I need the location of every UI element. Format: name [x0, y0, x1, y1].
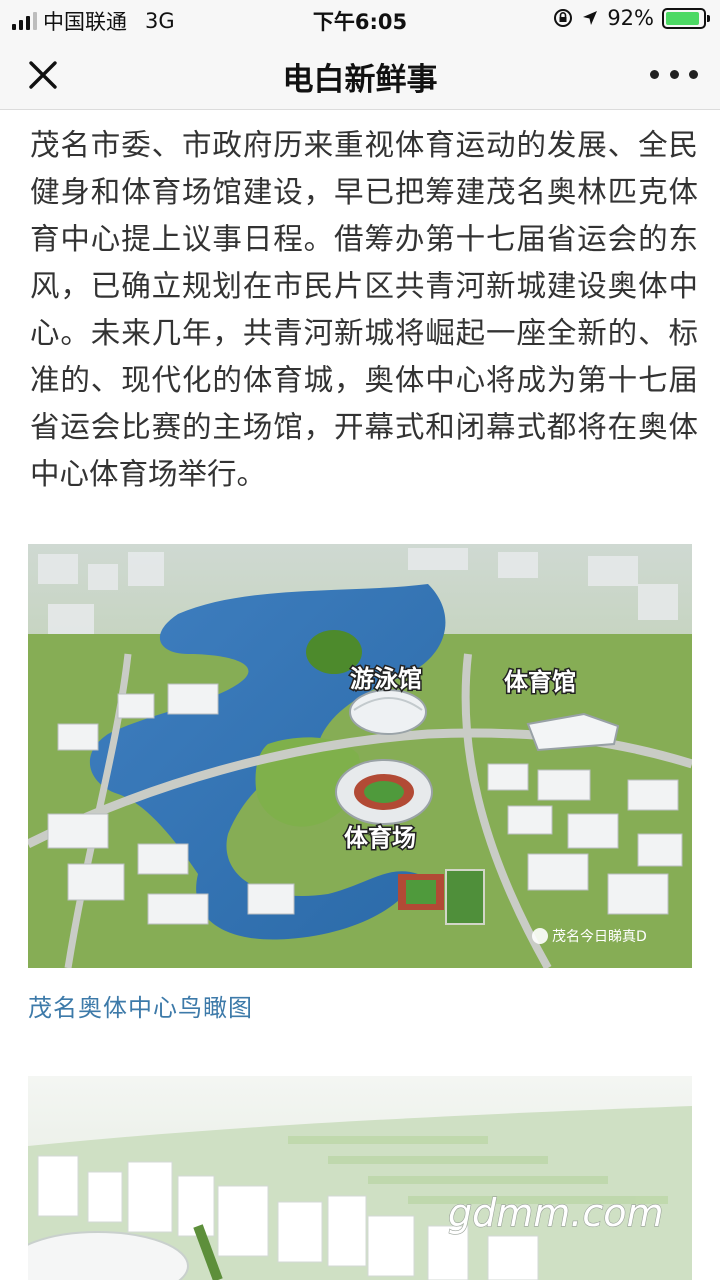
more-button[interactable]	[650, 58, 698, 90]
battery-fill	[666, 11, 700, 25]
aerial-view-image[interactable]: 游泳馆 体育馆 体育场 茂名今日睇真D	[28, 544, 692, 968]
orientation-lock-icon	[554, 9, 573, 27]
label-gymnasium: 体育馆	[504, 668, 576, 696]
battery-icon	[662, 7, 710, 29]
more-dot-icon	[669, 69, 679, 79]
aerial-view-illustration: 游泳馆 体育馆 体育场 茂名今日睇真D	[28, 544, 692, 968]
battery-percent: 92%	[607, 6, 654, 30]
page-title: 电白新鲜事	[282, 62, 438, 98]
location-arrow-icon	[583, 11, 598, 25]
more-dot-icon	[650, 69, 659, 79]
status-right: 92%	[553, 6, 710, 30]
site-watermark: gdmm.com	[448, 1191, 664, 1235]
article-body: 茂名市委、市政府历来重视体育运动的发展、全民健身和体育场馆建设，早已把筹建茂名奥…	[30, 122, 698, 498]
image-caption: 茂名奥体中心鸟瞰图	[28, 994, 253, 1022]
nav-bar: 电白新鲜事	[0, 36, 720, 110]
label-stadium: 体育场	[344, 824, 416, 852]
wechat-icon	[532, 928, 548, 944]
second-rendering-image[interactable]: gdmm.com	[28, 1076, 692, 1280]
article-paragraph: 茂名市委、市政府历来重视体育运动的发展、全民健身和体育场馆建设，早已把筹建茂名奥…	[30, 128, 698, 491]
more-dot-icon	[689, 69, 698, 79]
label-swimming-hall: 游泳馆	[350, 665, 422, 693]
city-rendering-illustration: gdmm.com	[28, 1076, 692, 1280]
image-watermark: 茂名今日睇真D	[552, 928, 647, 945]
status-bar: 中国联通 3G 下午6:05 92%	[0, 0, 720, 36]
